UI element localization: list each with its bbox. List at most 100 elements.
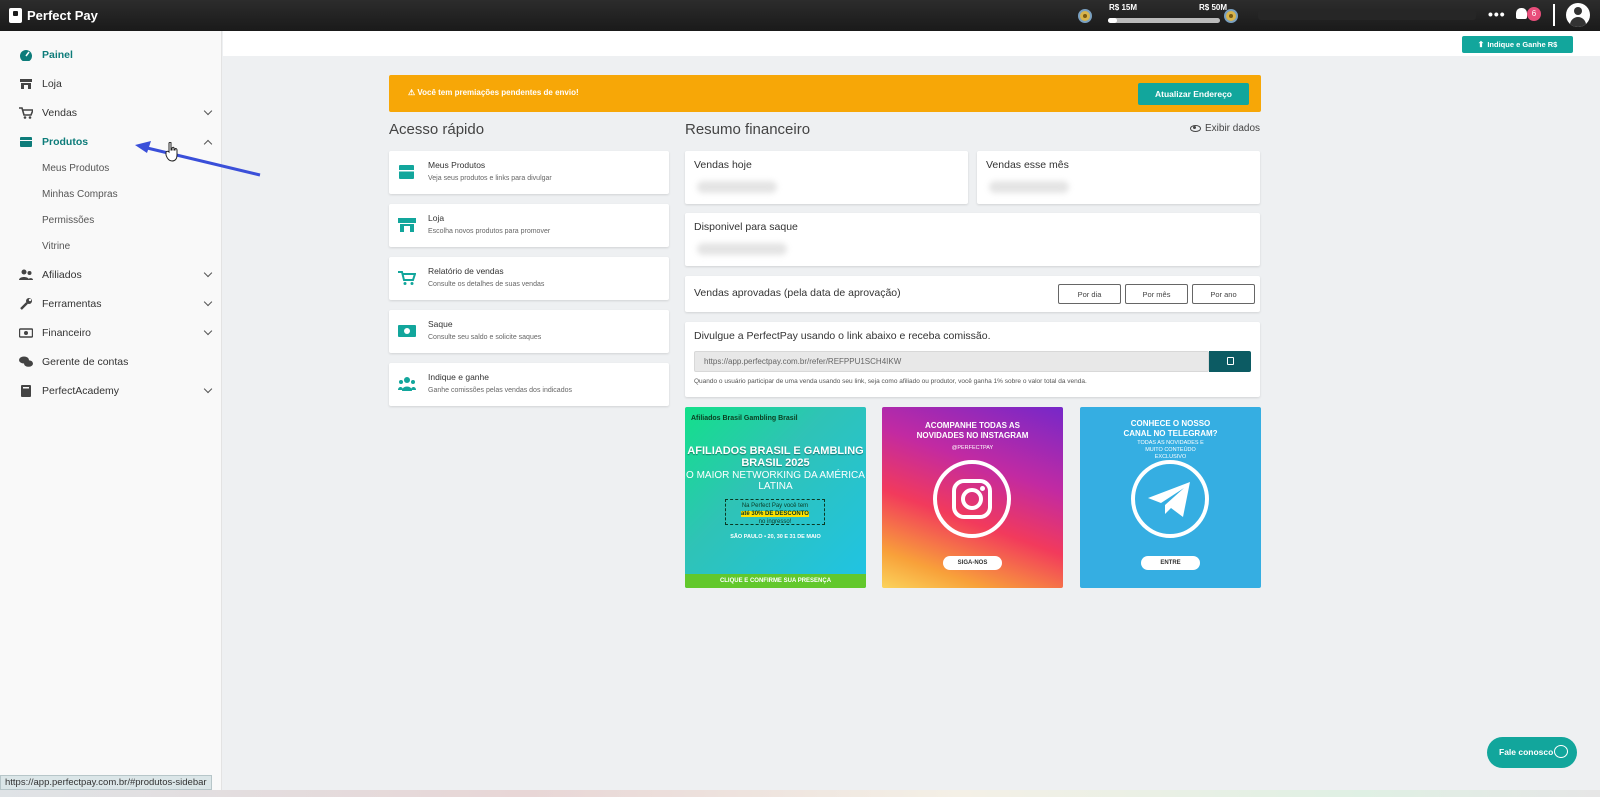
chevron-down-icon — [203, 326, 213, 336]
bell-icon[interactable] — [1516, 8, 1527, 19]
book-icon — [21, 385, 31, 397]
pending-prizes-alert: ⚠ Você tem premiações pendentes de envio… — [389, 75, 1261, 112]
level-progress-fill — [1108, 18, 1117, 23]
box-icon — [20, 137, 32, 147]
cart-icon — [19, 107, 33, 119]
contact-chat-button[interactable]: Fale conosco — [1487, 737, 1577, 768]
cart-icon — [398, 271, 416, 285]
box-icon — [399, 165, 414, 179]
eye-icon — [1190, 125, 1201, 132]
chat-icon — [1554, 745, 1568, 758]
users-icon — [19, 269, 33, 280]
copy-link-button[interactable] — [1209, 351, 1251, 372]
sidebar-item-financeiro[interactable]: Financeiro — [0, 321, 222, 345]
level-current: R$ 15M — [1109, 3, 1138, 12]
brand-name: Perfect Pay — [27, 8, 98, 23]
telegram-banner[interactable]: CONHECE O NOSSO CANAL NO TELEGRAM? TODAS… — [1080, 407, 1261, 588]
show-data-toggle[interactable]: Exibir dados — [1190, 123, 1260, 134]
sidebar: Painel Loja Vendas Produtos Meus Produto… — [0, 31, 222, 797]
quick-card-meus-produtos[interactable]: Meus Produtos Veja seus produtos e links… — [389, 151, 669, 194]
more-options-icon[interactable]: ••• — [1488, 6, 1506, 22]
chevron-down-icon — [203, 106, 213, 116]
alert-text: ⚠ Você tem premiações pendentes de envio… — [408, 88, 579, 97]
event-banner[interactable]: Afiliados Brasil Gambling Brasil AFILIAD… — [685, 407, 866, 588]
notification-badge: 6 — [1527, 7, 1541, 21]
level-progress-bar — [1108, 18, 1220, 23]
chevron-down-icon — [203, 384, 213, 394]
next-level-coin-icon — [1224, 9, 1238, 23]
quick-card-indique-e-ganhe[interactable]: Indique e ganhe Ganhe comissões pelas ve… — [389, 363, 669, 406]
money-icon — [19, 328, 33, 338]
divider — [1553, 4, 1555, 26]
instagram-title: ACOMPANHE TODAS AS NOVIDADES NO INSTAGRA… — [916, 421, 1029, 440]
level-progress[interactable]: R$ 15M R$ 50M — [1078, 3, 1238, 27]
finance-summary-title: Resumo financeiro — [685, 121, 811, 138]
instagram-handle: @PERFECTPAY — [951, 445, 994, 451]
quick-card-relatorio-de-vendas[interactable]: Relatório de vendas Consulte os detalhes… — [389, 257, 669, 300]
level-next: R$ 50M — [1199, 3, 1228, 12]
card-vendas-aprovadas: Vendas aprovadas (pela data de aprovação… — [685, 276, 1260, 312]
blurred-value — [697, 181, 777, 193]
sidebar-item-perfectacademy[interactable]: PerfectAcademy — [0, 379, 222, 403]
card-vendas-mes: Vendas esse mês — [977, 151, 1260, 204]
period-por-dia-button[interactable]: Por dia — [1058, 284, 1121, 304]
chevron-down-icon — [203, 297, 213, 307]
instagram-banner[interactable]: ACOMPANHE TODAS AS NOVIDADES NO INSTAGRA… — [882, 407, 1063, 588]
period-por-mes-button[interactable]: Por mês — [1125, 284, 1188, 304]
sidebar-item-afiliados[interactable]: Afiliados — [0, 263, 222, 287]
telegram-join-button[interactable]: ENTRE — [1141, 556, 1200, 570]
instagram-icon — [933, 460, 1011, 538]
event-headline: AFILIADOS BRASIL E GAMBLING BRASIL 2025 — [687, 445, 864, 469]
event-discount-box: Na Perfect Pay você tem até 30% DE DESCO… — [725, 499, 825, 525]
level-coin-icon — [1078, 9, 1092, 23]
sidebar-subitem-meus-produtos[interactable]: Meus Produtos — [42, 163, 109, 174]
card-disponivel-saque: Disponivel para saque — [685, 213, 1260, 266]
card-divulgue: Divulgue a PerfectPay usando o link abai… — [685, 322, 1260, 397]
sidebar-subitem-vitrine[interactable]: Vitrine — [42, 241, 70, 252]
sidebar-item-loja[interactable]: Loja — [0, 72, 222, 96]
sidebar-item-produtos[interactable]: Produtos — [0, 130, 222, 154]
content-header — [223, 31, 1600, 56]
sidebar-subitem-minhas-compras[interactable]: Minhas Compras — [42, 189, 118, 200]
instagram-follow-button[interactable]: SIGA-NOS — [943, 556, 1002, 570]
event-subheadline: O MAIOR NETWORKING DA AMÉRICA LATINA — [686, 470, 865, 492]
blurred-value — [697, 243, 787, 255]
update-address-button[interactable]: Atualizar Endereço — [1138, 83, 1249, 105]
event-cta[interactable]: CLIQUE E CONFIRME SUA PRESENÇA — [685, 574, 866, 588]
store-icon — [20, 79, 32, 89]
card-vendas-hoje: Vendas hoje — [685, 151, 968, 204]
period-por-ano-button[interactable]: Por ano — [1192, 284, 1255, 304]
wrench-icon — [20, 298, 32, 310]
indique-e-ganhe-button[interactable]: ⬆ Indique e Ganhe R$ — [1462, 36, 1573, 53]
chevron-up-icon — [203, 139, 213, 149]
sidebar-item-painel[interactable]: Painel — [0, 43, 222, 67]
quick-card-saque[interactable]: Saque Consulte seu saldo e solicite saqu… — [389, 310, 669, 353]
store-icon — [398, 218, 416, 232]
chevron-down-icon — [203, 268, 213, 278]
sidebar-item-ferramentas[interactable]: Ferramentas — [0, 292, 222, 316]
taskbar — [0, 790, 1600, 797]
event-date: SÃO PAULO • 20, 30 E 31 DE MAIO — [730, 534, 821, 540]
blurred-value — [989, 181, 1069, 193]
brand-logo[interactable]: Perfect Pay — [9, 8, 98, 23]
avatar[interactable] — [1566, 3, 1590, 27]
referral-note: Quando o usuário participar de uma venda… — [694, 378, 1087, 385]
sidebar-subitem-permissoes[interactable]: Permissões — [42, 215, 94, 226]
sidebar-item-gerente-de-contas[interactable]: Gerente de contas — [0, 350, 222, 374]
quick-card-loja[interactable]: Loja Escolha novos produtos para promove… — [389, 204, 669, 247]
referral-link-input[interactable]: https://app.perfectpay.com.br/refer/REFP… — [694, 351, 1209, 372]
perfect-pay-logo-icon — [9, 8, 22, 23]
users-icon — [398, 377, 416, 391]
quick-access-title: Acesso rápido — [389, 121, 485, 138]
money-bill-icon — [398, 325, 416, 337]
hidden-balance — [1258, 10, 1476, 20]
telegram-title: CONHECE O NOSSO CANAL NO TELEGRAM? — [1123, 419, 1218, 438]
status-bar-url: https://app.perfectpay.com.br/#produtos-… — [0, 775, 212, 790]
dashboard-gauge-icon — [20, 50, 32, 61]
event-logos: Afiliados Brasil Gambling Brasil — [691, 415, 798, 422]
user-plus-icon: ⬆ — [1477, 40, 1485, 49]
sidebar-item-vendas[interactable]: Vendas — [0, 101, 222, 125]
telegram-icon — [1131, 460, 1209, 538]
top-bar: Perfect Pay R$ 15M R$ 50M ••• 6 — [0, 0, 1600, 31]
chat-bubbles-icon — [19, 356, 33, 367]
